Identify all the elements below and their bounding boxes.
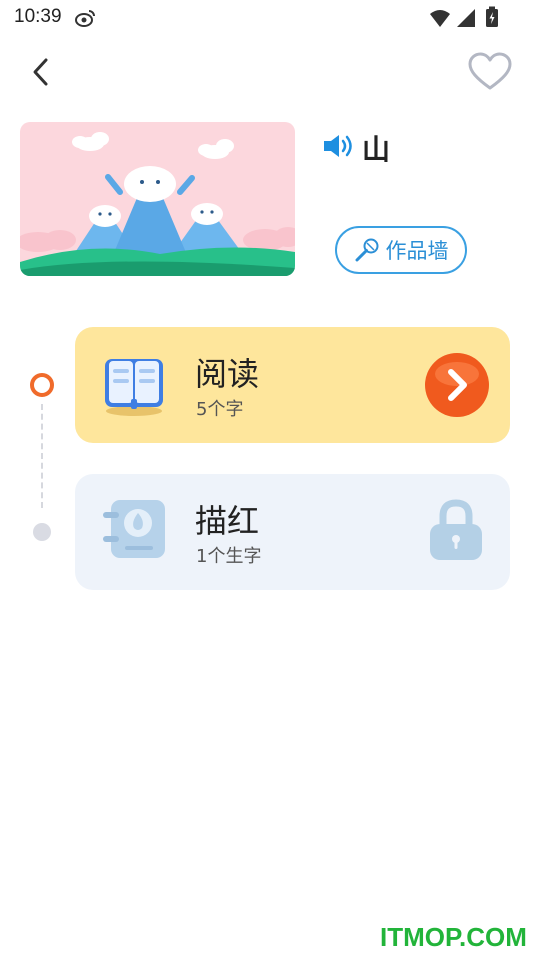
favorite-button[interactable]: [466, 50, 514, 94]
lock-icon: [430, 499, 482, 560]
tracing-step-card[interactable]: 描红 1个生字: [75, 474, 510, 590]
arrow-right-icon[interactable]: [424, 352, 490, 418]
tracing-step-title: 描红: [195, 502, 260, 540]
reading-step-title: 阅读: [195, 355, 260, 393]
speaker-icon[interactable]: [322, 132, 356, 160]
microphone-icon: [355, 238, 378, 262]
watermark: ITMOP.COM: [380, 922, 527, 952]
signal-icon: [457, 9, 475, 27]
step-connector: [41, 404, 43, 508]
mountain-illustration: [20, 122, 295, 276]
gallery-button-label: 作品墙: [385, 239, 449, 263]
notebook-icon: [103, 500, 165, 558]
open-book-icon: [105, 359, 163, 416]
battery-icon: [486, 6, 498, 27]
reading-step-card[interactable]: 阅读 5个字: [75, 327, 510, 443]
back-button[interactable]: [22, 52, 62, 92]
step-indicator-locked: [33, 523, 51, 541]
step-indicator-active: [30, 373, 54, 397]
status-time: 10:39: [14, 6, 62, 27]
weibo-icon: [75, 10, 95, 27]
character-title: 山: [362, 133, 391, 166]
reading-step-subtitle: 5个字: [196, 399, 244, 420]
wifi-icon: [430, 10, 450, 27]
tracing-step-subtitle: 1个生字: [196, 546, 262, 567]
gallery-button[interactable]: 作品墙: [335, 226, 467, 274]
